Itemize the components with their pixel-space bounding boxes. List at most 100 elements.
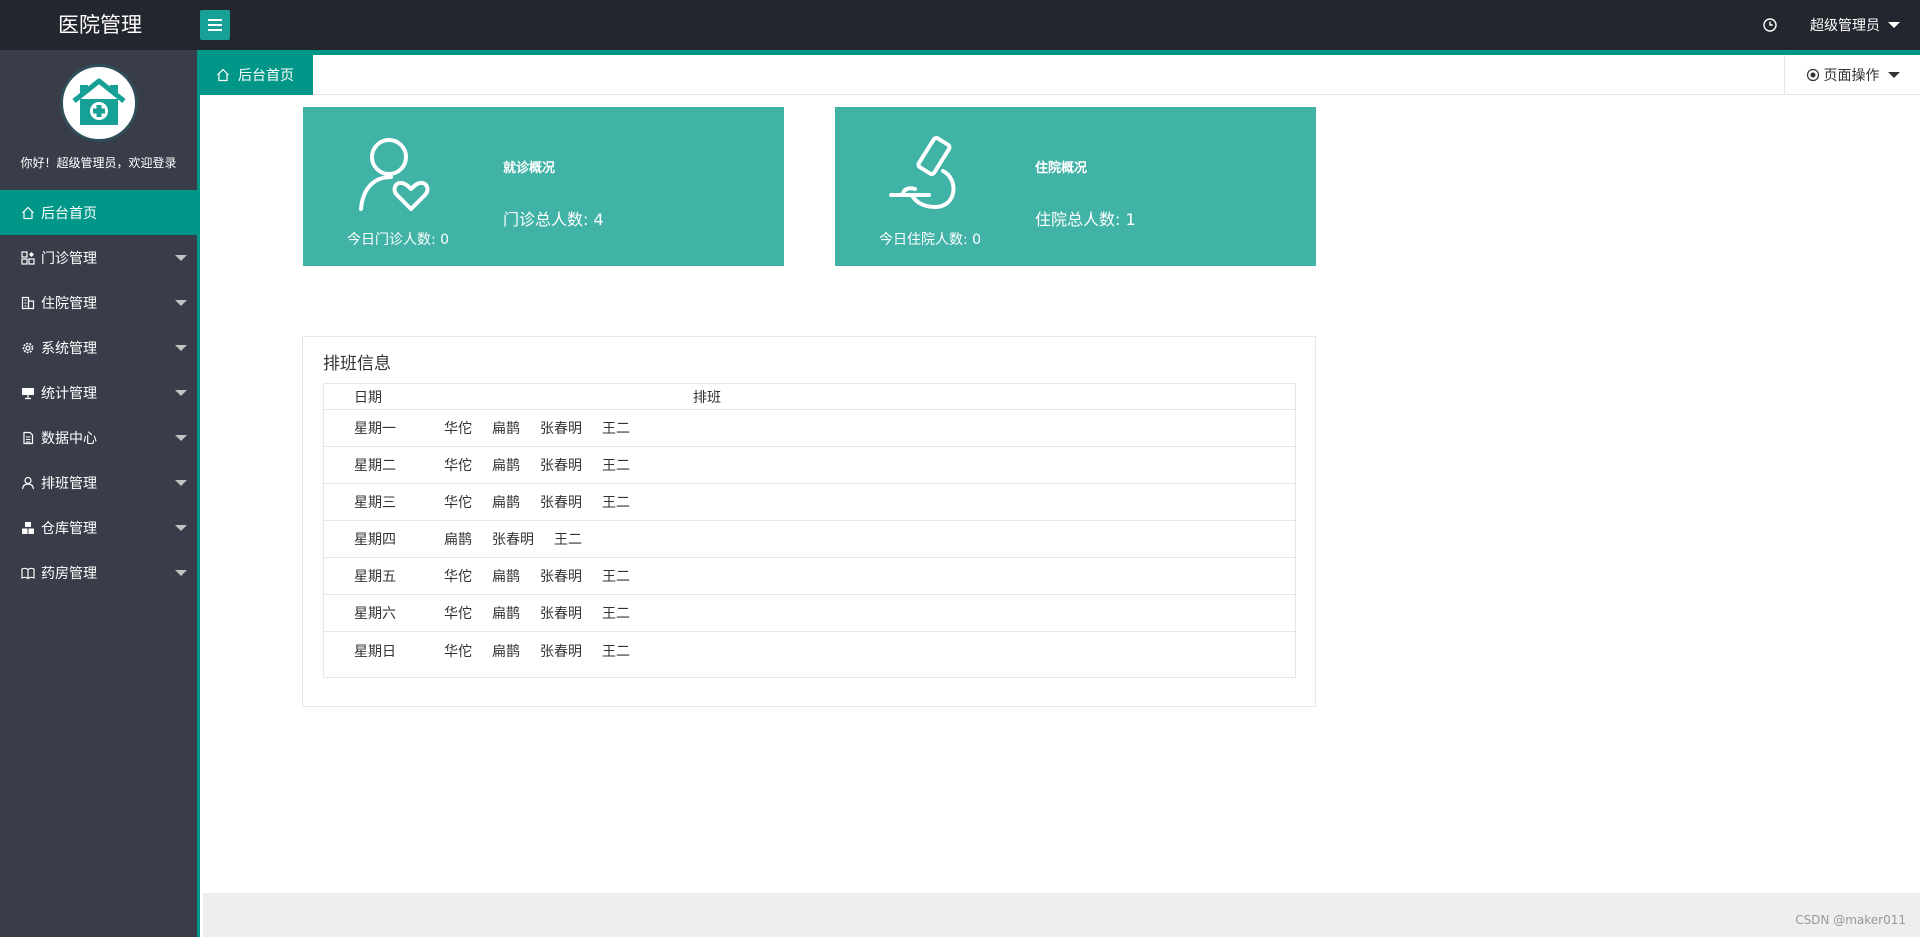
chevron-down-icon	[175, 525, 187, 531]
welcome-text: 你好！超级管理员，欢迎登录	[20, 156, 177, 170]
sidebar-item-label: 住院管理	[41, 295, 97, 312]
page-operations-dropdown[interactable]: 页面操作	[1784, 55, 1920, 95]
menu-toggle-button[interactable]	[200, 10, 230, 40]
chevron-down-icon	[1888, 22, 1900, 28]
row-day: 星期日	[354, 643, 396, 660]
patient-heart-icon	[359, 138, 430, 211]
home-icon	[217, 68, 229, 82]
sidebar-item-warehouse[interactable]: 仓库管理	[0, 505, 197, 550]
table-header: 日期 排班	[324, 384, 1295, 410]
profile-section: 你好！超级管理员，欢迎登录	[0, 50, 197, 190]
tab-label: 后台首页	[238, 68, 294, 84]
tab-home[interactable]: 后台首页	[200, 55, 313, 95]
doctor-name: 王二	[602, 569, 630, 585]
column-header-date: 日期	[354, 390, 382, 406]
row-day: 星期二	[354, 458, 396, 474]
document-icon	[20, 430, 36, 446]
microscope-icon	[889, 135, 956, 210]
column-header-shift: 排班	[693, 390, 721, 406]
sidebar-item-scheduling[interactable]: 排班管理	[0, 460, 197, 505]
sidebar-item-label: 仓库管理	[41, 520, 97, 537]
doctor-name: 张春明	[492, 532, 534, 548]
table-row: 星期四 扁鹊 张春明 王二	[324, 521, 1295, 558]
chevron-down-icon	[175, 390, 187, 396]
doctor-name: 张春明	[540, 458, 582, 474]
doctor-name: 张春明	[540, 495, 582, 511]
top-bar: 医院管理 超级管理员	[0, 0, 1920, 50]
today-outpatient-count: 今日门诊人数: 0	[346, 232, 450, 248]
doctor-name: 扁鹊	[444, 532, 472, 548]
total-outpatient-count: 门诊总人数: 4	[503, 210, 604, 229]
sidebar-item-statistics[interactable]: 统计管理	[0, 370, 197, 415]
chevron-down-icon	[175, 345, 187, 351]
doctor-name: 王二	[602, 458, 630, 474]
doctor-name: 张春明	[540, 421, 582, 437]
building-icon	[20, 295, 36, 311]
doctor-name: 王二	[554, 532, 582, 548]
chevron-down-icon	[1887, 72, 1900, 78]
row-day: 星期六	[354, 606, 396, 622]
hamburger-icon	[208, 19, 222, 31]
table-row: 星期日 华佗 扁鹊 张春明 王二	[324, 632, 1295, 669]
doctor-name: 扁鹊	[492, 643, 520, 660]
doctor-name: 王二	[602, 495, 630, 511]
book-icon	[20, 565, 36, 581]
row-day: 星期一	[354, 421, 396, 437]
sidebar-item-data-center[interactable]: 数据中心	[0, 415, 197, 460]
sidebar-item-label: 排班管理	[41, 475, 97, 492]
target-icon	[1806, 68, 1819, 82]
home-icon	[20, 205, 36, 221]
row-day: 星期五	[354, 569, 396, 585]
footer-credit: CSDN @maker011	[1795, 913, 1906, 927]
doctor-name: 华佗	[444, 643, 472, 660]
apps-icon	[20, 250, 36, 266]
schedule-panel: 排班信息 日期 排班 星期一 华佗 扁鹊 张春明 王二 星期二 华佗 扁鹊 张春…	[302, 336, 1316, 707]
sidebar-item-label: 后台首页	[41, 205, 97, 222]
total-inpatient-count: 住院总人数: 1	[1035, 210, 1136, 229]
table-row: 星期六 华佗 扁鹊 张春明 王二	[324, 595, 1295, 632]
doctor-name: 华佗	[444, 495, 472, 511]
tabs-bar: 后台首页 页面操作	[200, 55, 1920, 95]
sidebar-item-inpatient[interactable]: 住院管理	[0, 280, 197, 325]
gear-icon	[20, 340, 36, 356]
chevron-down-icon	[175, 435, 187, 441]
sidebar-item-label: 数据中心	[41, 430, 97, 447]
sidebar-item-label: 门诊管理	[41, 250, 97, 267]
sidebar-item-pharmacy[interactable]: 药房管理	[0, 550, 197, 595]
doctor-name: 扁鹊	[492, 495, 520, 511]
schedule-title: 排班信息	[323, 354, 391, 374]
sidebar-item-system[interactable]: 系统管理	[0, 325, 197, 370]
monitor-icon	[20, 385, 36, 401]
doctor-name: 华佗	[444, 569, 472, 585]
app-title: 医院管理	[58, 13, 142, 37]
sidebar-item-home[interactable]: 后台首页	[0, 190, 197, 235]
doctor-name: 张春明	[540, 643, 582, 660]
doctor-name: 王二	[602, 421, 630, 437]
doctor-name: 王二	[602, 606, 630, 622]
doctor-name: 华佗	[444, 458, 472, 474]
row-day: 星期三	[354, 495, 396, 511]
hospital-logo-icon	[71, 78, 126, 125]
sidebar: 你好！超级管理员，欢迎登录 后台首页 门诊管理 住院管理 系统管理 统计管理 数…	[0, 50, 200, 937]
inpatient-summary-card: 今日住院人数: 0 住院概况 住院总人数: 1	[835, 107, 1316, 266]
chevron-down-icon	[175, 300, 187, 306]
card-title: 住院概况	[1035, 161, 1088, 176]
chevron-down-icon	[175, 570, 187, 576]
table-row: 星期一 华佗 扁鹊 张春明 王二	[324, 410, 1295, 447]
outpatient-summary-card: 今日门诊人数: 0 就诊概况 门诊总人数: 4	[303, 107, 784, 266]
doctor-name: 扁鹊	[492, 458, 520, 474]
clock-icon[interactable]	[1750, 18, 1790, 32]
sidebar-item-label: 统计管理	[41, 385, 97, 402]
chevron-down-icon	[175, 255, 187, 261]
user-menu[interactable]: 超级管理员	[1810, 15, 1900, 35]
schedule-table: 日期 排班 星期一 华佗 扁鹊 张春明 王二 星期二 华佗 扁鹊 张春明 王二 …	[323, 383, 1296, 678]
doctor-name: 华佗	[444, 606, 472, 622]
table-row: 星期五 华佗 扁鹊 张春明 王二	[324, 558, 1295, 595]
table-row: 星期三 华佗 扁鹊 张春明 王二	[324, 484, 1295, 521]
sidebar-item-label: 药房管理	[41, 565, 97, 582]
row-day: 星期四	[354, 532, 396, 548]
doctor-name: 张春明	[540, 569, 582, 585]
boxes-icon	[20, 520, 36, 536]
sidebar-item-outpatient[interactable]: 门诊管理	[0, 235, 197, 280]
user-icon	[20, 475, 36, 491]
